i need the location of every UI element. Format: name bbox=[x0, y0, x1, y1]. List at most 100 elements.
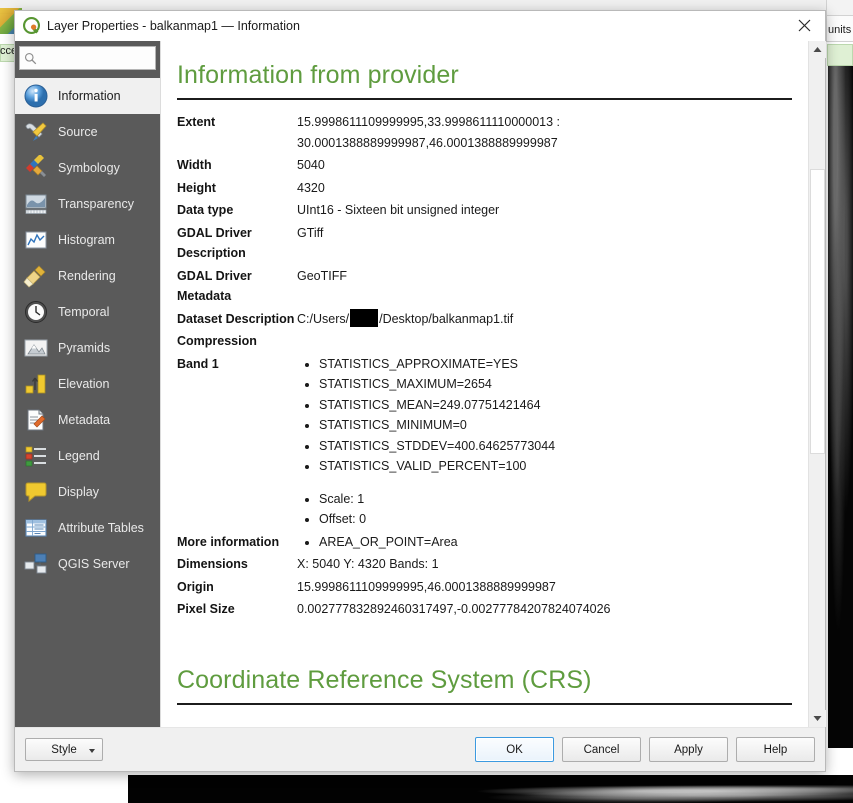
attribute-tables-icon bbox=[23, 515, 49, 541]
dialog-content-area: Information from provider Extent 15.9998… bbox=[160, 41, 826, 727]
cancel-button-label: Cancel bbox=[583, 743, 620, 756]
sidebar-item-label: Information bbox=[58, 89, 121, 103]
sidebar-item-elevation[interactable]: Elevation bbox=[15, 366, 160, 402]
redacted-username-block bbox=[350, 308, 379, 327]
background-right-panel-top bbox=[826, 0, 853, 16]
layer-properties-dialog: Layer Properties - balkanmap1 — Informat… bbox=[14, 10, 826, 772]
sidebar-item-histogram[interactable]: Histogram bbox=[15, 222, 160, 258]
row-value bbox=[297, 331, 792, 354]
rendering-icon bbox=[23, 263, 49, 289]
scroll-down-icon[interactable] bbox=[809, 710, 826, 727]
information-icon bbox=[23, 83, 49, 109]
table-row-more-information: More information AREA_OR_POINT=Area bbox=[177, 532, 792, 555]
dialog-titlebar[interactable]: Layer Properties - balkanmap1 — Informat… bbox=[15, 11, 825, 41]
map-canvas-raster-right bbox=[828, 66, 853, 748]
legend-icon bbox=[23, 443, 49, 469]
dialog-sidebar: Information Source Symbology Transparenc… bbox=[15, 41, 160, 727]
content-vertical-scrollbar[interactable] bbox=[808, 41, 826, 727]
sidebar-item-label: Legend bbox=[58, 449, 100, 463]
scroll-up-icon[interactable] bbox=[809, 41, 826, 58]
chevron-down-icon bbox=[89, 748, 95, 753]
information-panel: Information from provider Extent 15.9998… bbox=[161, 41, 808, 727]
sidebar-item-symbology[interactable]: Symbology bbox=[15, 150, 160, 186]
row-value: C:/Users/ /Desktop/balkanmap1.tif bbox=[297, 308, 792, 332]
table-row-pixel-size: Pixel Size 0.002777832892460317497,-0.00… bbox=[177, 599, 792, 622]
elevation-icon bbox=[23, 371, 49, 397]
sidebar-item-display[interactable]: Display bbox=[15, 474, 160, 510]
table-row-dimensions: Dimensions X: 5040 Y: 4320 Bands: 1 bbox=[177, 554, 792, 577]
table-row-height: Height 4320 bbox=[177, 178, 792, 201]
qgis-server-icon bbox=[23, 551, 49, 577]
pyramids-icon bbox=[23, 335, 49, 361]
help-button[interactable]: Help bbox=[736, 737, 815, 762]
heading-information-from-provider: Information from provider bbox=[177, 61, 459, 89]
sidebar-item-temporal[interactable]: Temporal bbox=[15, 294, 160, 330]
ok-button[interactable]: OK bbox=[475, 737, 554, 762]
sidebar-item-information[interactable]: Information bbox=[15, 78, 160, 114]
ok-button-label: OK bbox=[506, 743, 523, 756]
row-value: X: 5040 Y: 4320 Bands: 1 bbox=[297, 557, 439, 571]
list-item: STATISTICS_STDDEV=400.64625773044 bbox=[319, 436, 792, 457]
qgis-logo-icon bbox=[23, 17, 40, 34]
row-value: 5040 bbox=[297, 158, 325, 172]
sidebar-item-metadata[interactable]: Metadata bbox=[15, 402, 160, 438]
search-input[interactable] bbox=[37, 51, 151, 65]
sidebar-item-transparency[interactable]: Transparency bbox=[15, 186, 160, 222]
list-spacer bbox=[319, 477, 792, 489]
row-value: GeoTIFF bbox=[297, 268, 348, 283]
more-information-list: AREA_OR_POINT=Area bbox=[297, 532, 792, 553]
scrollbar-thumb[interactable] bbox=[810, 169, 825, 454]
sidebar-item-label: Pyramids bbox=[58, 341, 111, 355]
apply-button[interactable]: Apply bbox=[649, 737, 728, 762]
sidebar-item-label: QGIS Server bbox=[58, 557, 130, 571]
row-key: Dimensions bbox=[177, 557, 248, 571]
row-value: 15.9998611109999995,46.0001388889999987 bbox=[297, 579, 556, 594]
sidebar-item-label: Source bbox=[58, 125, 98, 139]
row-value: STATISTICS_APPROXIMATE=YES STATISTICS_MA… bbox=[297, 354, 792, 532]
sidebar-item-attribute-tables[interactable]: Attribute Tables bbox=[15, 510, 160, 546]
sidebar-item-label: Temporal bbox=[58, 305, 110, 319]
style-button[interactable]: Style bbox=[25, 738, 103, 761]
table-row-width: Width 5040 bbox=[177, 155, 792, 178]
close-glyph bbox=[798, 19, 810, 32]
provider-info-table: Extent 15.9998611109999995,33.9998611110… bbox=[177, 112, 792, 622]
list-item: STATISTICS_VALID_PERCENT=100 bbox=[319, 456, 792, 477]
extent-line-2: 30.0001388889999987,46.0001388889999987 bbox=[297, 135, 558, 150]
sidebar-item-source[interactable]: Source bbox=[15, 114, 160, 150]
list-item: Offset: 0 bbox=[319, 509, 792, 530]
row-key: Band 1 bbox=[177, 356, 219, 371]
dataset-path-prefix: C:/Users/ bbox=[297, 311, 350, 326]
sidebar-item-label: Attribute Tables bbox=[58, 521, 144, 535]
table-row-band-1: Band 1 STATISTICS_APPROXIMATE=YES STATIS… bbox=[177, 354, 792, 532]
table-row-compression: Compression bbox=[177, 331, 792, 354]
list-item: STATISTICS_APPROXIMATE=YES bbox=[319, 354, 792, 375]
table-row-extent: Extent 15.9998611109999995,33.9998611110… bbox=[177, 112, 792, 155]
dialog-footer: Style OK Cancel Apply Help bbox=[15, 727, 825, 771]
heading-divider bbox=[177, 98, 792, 100]
row-key: Extent bbox=[177, 115, 216, 129]
style-button-label: Style bbox=[51, 743, 77, 756]
row-key: Data type bbox=[177, 203, 234, 217]
sidebar-item-pyramids[interactable]: Pyramids bbox=[15, 330, 160, 366]
sidebar-item-rendering[interactable]: Rendering bbox=[15, 258, 160, 294]
sidebar-item-qgis-server[interactable]: QGIS Server bbox=[15, 546, 160, 582]
crs-heading-divider bbox=[177, 702, 792, 705]
sidebar-nav-list: Information Source Symbology Transparenc… bbox=[15, 72, 160, 727]
search-icon bbox=[24, 52, 37, 64]
close-icon[interactable] bbox=[783, 11, 825, 40]
dataset-path-suffix: /Desktop/balkanmap1.tif bbox=[379, 311, 514, 326]
sidebar-search[interactable] bbox=[19, 46, 156, 70]
dialog-body: Information Source Symbology Transparenc… bbox=[15, 41, 826, 727]
list-item: STATISTICS_MEAN=249.07751421464 bbox=[319, 395, 792, 416]
temporal-icon bbox=[23, 299, 49, 325]
cancel-button[interactable]: Cancel bbox=[562, 737, 641, 762]
row-value: GTiff bbox=[297, 225, 324, 240]
sidebar-item-label: Rendering bbox=[58, 269, 116, 283]
histogram-icon bbox=[23, 227, 49, 253]
row-key: Pixel Size bbox=[177, 602, 235, 616]
table-row-dataset-description: Dataset Description C:/Users/ /Desktop/ba… bbox=[177, 308, 792, 332]
help-button-label: Help bbox=[763, 743, 788, 756]
source-icon bbox=[23, 119, 49, 145]
metadata-icon bbox=[23, 407, 49, 433]
sidebar-item-legend[interactable]: Legend bbox=[15, 438, 160, 474]
